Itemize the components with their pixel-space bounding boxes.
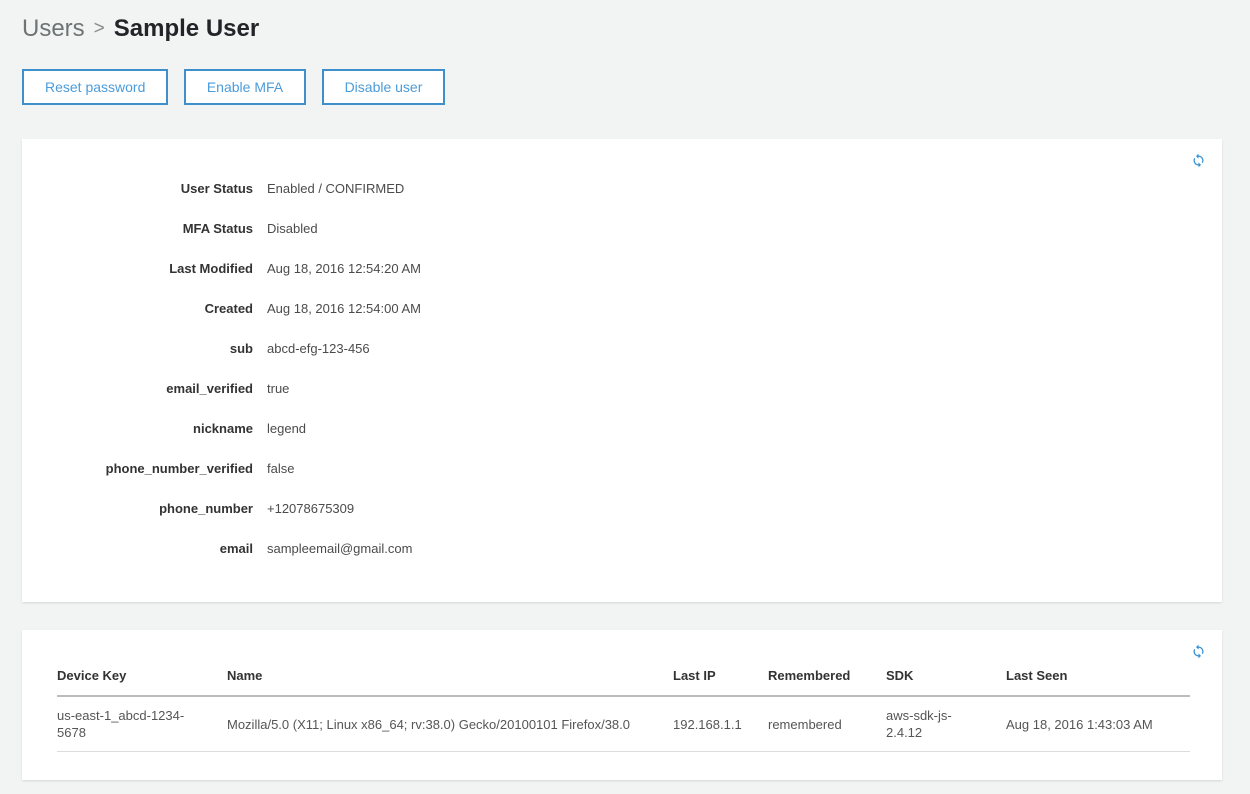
refresh-devices-button[interactable] xyxy=(1189,642,1208,661)
detail-value: legend xyxy=(267,421,307,436)
reset-password-button[interactable]: Reset password xyxy=(22,69,169,105)
device-table-row: us-east-1_abcd-1234-5678 Mozilla/5.0 (X1… xyxy=(57,696,1190,752)
detail-row-phone-number: phone_number +12078675309 xyxy=(57,489,1187,529)
detail-row-mfa-status: MFA Status Disabled xyxy=(57,209,1187,249)
cell-sdk: aws-sdk-js-2.4.12 xyxy=(886,696,1006,752)
detail-label: User Status xyxy=(180,181,253,196)
cell-last-ip: 192.168.1.1 xyxy=(673,696,768,752)
breadcrumb-users-link[interactable]: Users xyxy=(22,15,85,42)
page-title: Sample User xyxy=(113,15,260,42)
refresh-icon xyxy=(1193,153,1204,168)
devices-table: Device Key Name Last IP Remembered SDK L… xyxy=(57,664,1190,752)
chevron-right-icon: > xyxy=(93,18,105,39)
detail-value: Aug 18, 2016 12:54:20 AM xyxy=(267,261,421,276)
devices-panel: Device Key Name Last IP Remembered SDK L… xyxy=(22,630,1222,780)
detail-label: email_verified xyxy=(166,381,253,396)
column-header-last-seen: Last Seen xyxy=(1006,664,1190,697)
disable-user-button[interactable]: Disable user xyxy=(321,69,446,105)
detail-label: sub xyxy=(229,341,253,356)
detail-value: abcd-efg-123-456 xyxy=(267,341,370,356)
column-header-name: Name xyxy=(227,664,673,697)
breadcrumb: Users > Sample User xyxy=(22,12,1222,44)
devices-table-header-row: Device Key Name Last IP Remembered SDK L… xyxy=(57,664,1190,697)
cell-device-key: us-east-1_abcd-1234-5678 xyxy=(57,696,227,752)
detail-row-last-modified: Last Modified Aug 18, 2016 12:54:20 AM xyxy=(57,249,1187,289)
user-detail-page: Users > Sample User Reset password Enable … xyxy=(0,0,1250,780)
detail-row-sub: sub abcd-efg-123-456 xyxy=(57,329,1187,369)
cell-remembered: remembered xyxy=(768,696,886,752)
refresh-details-button[interactable] xyxy=(1189,151,1208,170)
column-header-remembered: Remembered xyxy=(768,664,886,697)
detail-row-created: Created Aug 18, 2016 12:54:00 AM xyxy=(57,289,1187,329)
detail-value: Aug 18, 2016 12:54:00 AM xyxy=(267,301,421,316)
detail-row-email-verified: email_verified true xyxy=(57,369,1187,409)
detail-value: Enabled / CONFIRMED xyxy=(267,181,405,196)
detail-value: Disabled xyxy=(267,221,318,236)
detail-label: MFA Status xyxy=(182,221,253,236)
page: { "breadcrumb": { "section": "Users", "s… xyxy=(0,0,1250,794)
detail-value: sampleemail@gmail.com xyxy=(267,541,413,556)
detail-value: true xyxy=(267,381,290,396)
detail-value: false xyxy=(267,461,295,476)
detail-label: Created xyxy=(204,301,253,316)
detail-label: nickname xyxy=(193,421,253,436)
detail-label: phone_number xyxy=(159,501,253,516)
user-details-panel: User Status Enabled / CONFIRMED MFA Stat… xyxy=(22,139,1222,602)
enable-mfa-button[interactable]: Enable MFA xyxy=(183,69,307,105)
detail-row-email: email sampleemail@gmail.com xyxy=(57,529,1187,569)
column-header-last-ip: Last IP xyxy=(673,664,768,697)
refresh-icon xyxy=(1193,644,1204,659)
detail-label: Last Modified xyxy=(169,261,253,276)
detail-label: email xyxy=(219,541,253,556)
detail-row-user-status: User Status Enabled / CONFIRMED xyxy=(57,169,1187,209)
detail-row-phone-number-verified: phone_number_verified false xyxy=(57,449,1187,489)
detail-value: +12078675309 xyxy=(267,501,355,516)
column-header-device-key: Device Key xyxy=(57,664,227,697)
cell-last-seen: Aug 18, 2016 1:43:03 AM xyxy=(1006,696,1190,752)
column-header-sdk: SDK xyxy=(886,664,1006,697)
detail-label: phone_number_verified xyxy=(105,461,253,476)
detail-row-nickname: nickname legend xyxy=(57,409,1187,449)
cell-name: Mozilla/5.0 (X11; Linux x86_64; rv:38.0)… xyxy=(227,696,673,752)
action-button-row: Reset password Enable MFA Disable user xyxy=(22,69,1222,105)
